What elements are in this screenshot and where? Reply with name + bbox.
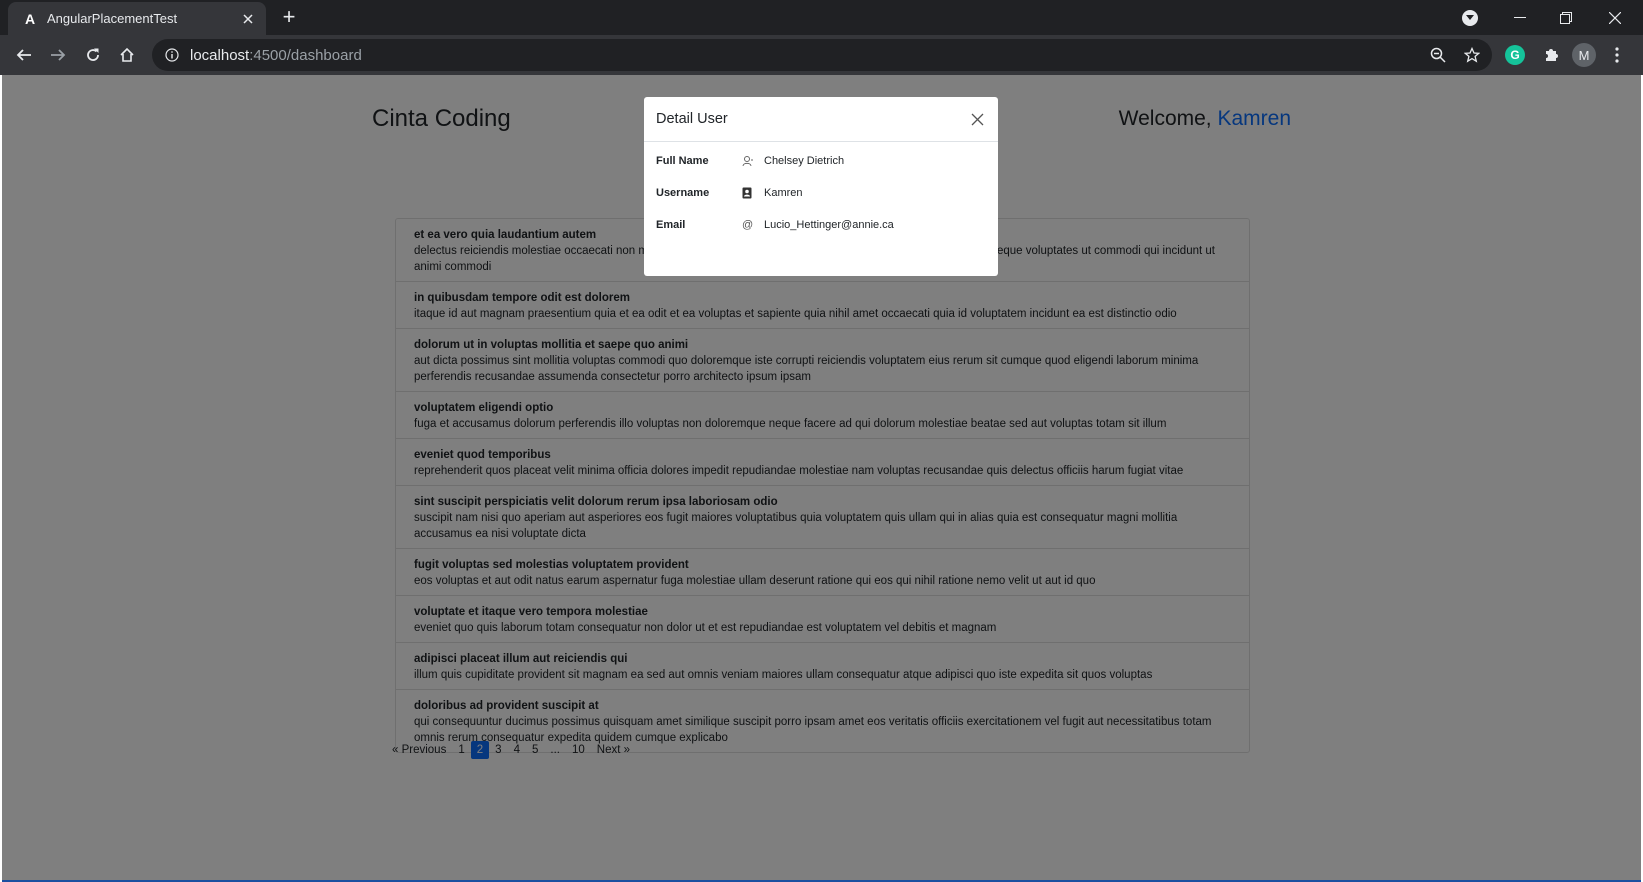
browser-toolbar: localhost:4500/dashboard — [0, 35, 1643, 75]
modal-close-icon[interactable] — [968, 110, 986, 128]
full-name-row: Full Name Chelsey Dietrich — [656, 151, 844, 171]
username-label: Username — [656, 187, 710, 199]
full-name-value: Chelsey Dietrich — [764, 155, 845, 167]
email-row: Email @ Lucio_Hettinger@annie.ca — [656, 215, 894, 235]
full-name-label: Full Name — [656, 155, 709, 167]
url-text: localhost:4500/dashboard — [190, 47, 362, 64]
forward-arrow-icon[interactable] — [44, 41, 72, 69]
browser-tab-bar: A AngularPlacementTest + — [0, 0, 1643, 35]
tab-search-dropdown-icon[interactable] — [1462, 10, 1478, 26]
modal-title: Detail User — [656, 111, 728, 127]
window-close-icon[interactable] — [1592, 0, 1638, 35]
angular-favicon-icon: A — [24, 10, 36, 27]
extensions-puzzle-icon[interactable] — [1537, 41, 1565, 69]
id-badge-icon — [742, 187, 764, 199]
grammarly-extension-icon[interactable]: G — [1505, 45, 1525, 65]
detail-user-modal: Detail User Full Name Chelsey Dietrich U… — [644, 97, 998, 276]
browser-menu-kebab-icon[interactable] — [1603, 41, 1631, 69]
email-label: Email — [656, 219, 686, 231]
bookmark-star-icon[interactable] — [1458, 41, 1486, 69]
url-path: :4500/dashboard — [249, 46, 362, 64]
browser-tab[interactable]: A AngularPlacementTest — [8, 2, 266, 35]
back-arrow-icon[interactable] — [10, 41, 38, 69]
site-info-icon[interactable] — [164, 47, 180, 63]
at-icon: @ — [742, 219, 754, 231]
modal-header: Detail User — [644, 97, 998, 142]
tab-title: AngularPlacementTest — [47, 11, 178, 26]
address-bar[interactable]: localhost:4500/dashboard — [152, 39, 1492, 71]
restore-icon[interactable] — [1543, 0, 1589, 35]
new-tab-plus-icon[interactable]: + — [278, 6, 300, 29]
minimize-icon[interactable] — [1497, 0, 1543, 35]
username-value: Kamren — [764, 187, 803, 199]
zoom-icon[interactable] — [1424, 41, 1452, 69]
email-value: Lucio_Hettinger@annie.ca — [764, 219, 894, 231]
home-icon[interactable] — [113, 41, 141, 69]
user-icon — [742, 155, 764, 167]
username-row: Username Kamren — [656, 183, 803, 203]
reload-icon[interactable] — [79, 41, 107, 69]
profile-avatar[interactable]: M — [1572, 43, 1596, 67]
url-host: localhost — [190, 46, 250, 64]
tab-close-icon[interactable] — [240, 11, 256, 27]
